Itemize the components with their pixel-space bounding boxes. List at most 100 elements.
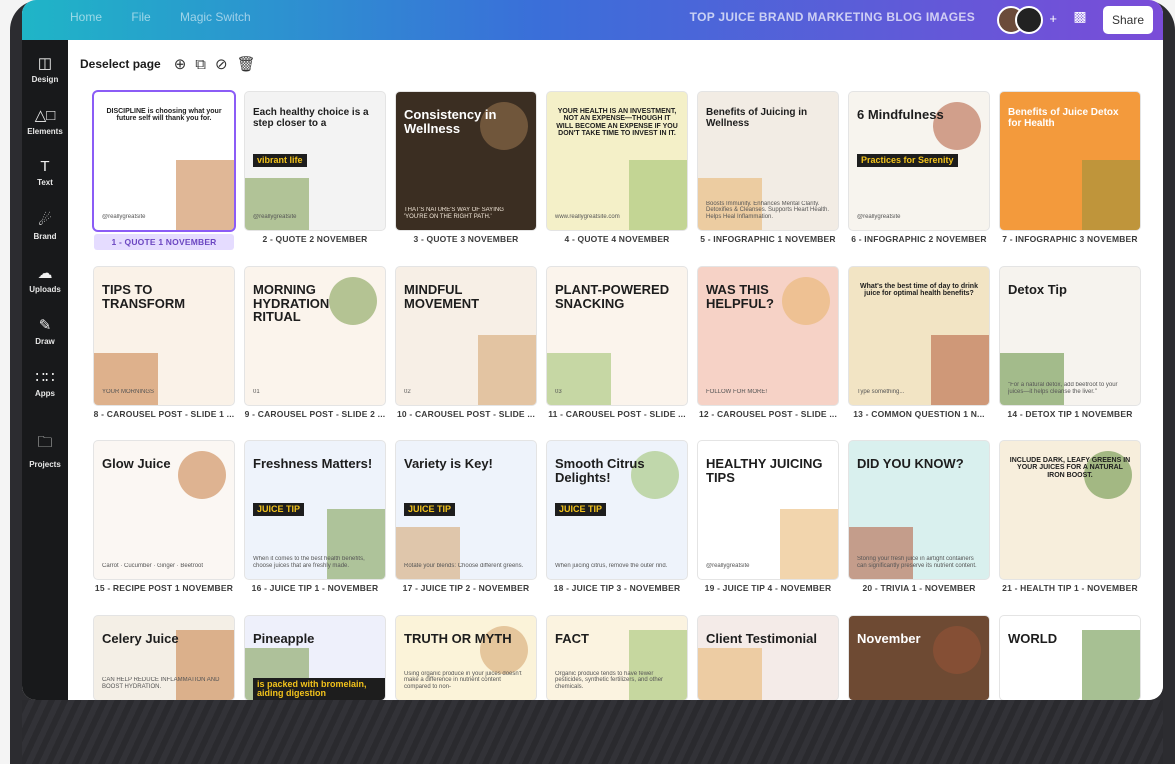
page-label[interactable]: 15 - RECIPE POST 1 NOVEMBER	[89, 583, 239, 593]
thumbnail-caption: @reallygreatsite	[102, 213, 146, 220]
sidebar-item-text[interactable]: T Text	[22, 158, 68, 187]
page-thumbnail[interactable]: Benefits of Juice Detox for Health	[1000, 92, 1140, 230]
page-thumbnail[interactable]: Benefits of Juicing in Wellness Boosts Im…	[698, 92, 838, 230]
page-thumbnail[interactable]: November	[849, 616, 989, 700]
insights-icon[interactable]: ▩	[1069, 8, 1091, 30]
sidebar-item-label: Text	[37, 178, 53, 187]
add-collaborator-icon[interactable]: +	[1049, 11, 1057, 26]
thumbnail-caption: FOLLOW FOR MORE!	[706, 388, 768, 395]
page-label[interactable]: 11 - CAROUSEL POST - SLIDE ...	[542, 409, 692, 419]
sidebar-item-apps[interactable]: ∷∷ Apps	[22, 368, 68, 398]
page-thumbnail[interactable]: PLANT-POWERED SNACKING 03	[547, 267, 687, 405]
page-thumbnail[interactable]: WORLD	[1000, 616, 1140, 700]
page-label[interactable]: 21 - HEALTH TIP 1 - NOVEMBER	[995, 583, 1145, 593]
page-label[interactable]: 4 - QUOTE 4 NOVEMBER	[542, 234, 692, 244]
thumbnail-title: 6 Mindfulness	[857, 107, 944, 122]
page-thumbnail[interactable]: What's the best time of day to drink jui…	[849, 267, 989, 405]
document-title[interactable]: TOP JUICE BRAND MARKETING BLOG IMAGES	[690, 10, 975, 24]
page-label[interactable]: 5 - INFOGRAPHIC 1 NOVEMBER	[693, 234, 843, 244]
page-thumbnail[interactable]: Variety is Key! JUICE TIP Rotate your blen…	[396, 441, 536, 579]
layout-icon: ◫	[37, 55, 53, 72]
page-thumbnail[interactable]: TRUTH OR MYTH Using organic produce in yo…	[396, 616, 536, 700]
page-label[interactable]: 6 - INFOGRAPHIC 2 NOVEMBER	[844, 234, 994, 244]
page-thumbnail[interactable]: TIPS TO TRANSFORM YOUR MORNINGS	[94, 267, 234, 405]
page-label[interactable]: 12 - CAROUSEL POST - SLIDE ...	[693, 409, 843, 419]
thumbnail-caption: Type something...	[857, 388, 905, 395]
page-thumbnail[interactable]: INCLUDE DARK, LEAFY GREENS IN YOUR JUICE…	[1000, 441, 1140, 579]
avatar[interactable]	[1015, 6, 1043, 34]
page-thumbnail[interactable]: DISCIPLINE is choosing what your future …	[94, 92, 234, 230]
thumbnail-caption: When juicing citrus, remove the outer ri…	[555, 562, 668, 569]
thumbnail-title: Benefits of Juice Detox for Health	[1008, 107, 1119, 129]
thumbnail-accent: JUICE TIP	[253, 503, 305, 517]
page-thumbnail[interactable]: YOUR HEALTH IS AN INVESTMENT, NOT AN EXP…	[547, 92, 687, 230]
thumbnail-title: HEALTHY JUICING TIPS	[706, 456, 823, 485]
page-label[interactable]: 16 - JUICE TIP 1 - NOVEMBER	[240, 583, 390, 593]
thumbnail-image	[849, 527, 913, 579]
page-label[interactable]: 14 - DETOX TIP 1 NOVEMBER	[995, 409, 1145, 419]
page-thumbnail[interactable]: FACT Organic produce tends to have fewer …	[547, 616, 687, 700]
sidebar-item-label: Brand	[33, 232, 57, 241]
thumbnail-title: Benefits of Juicing in Wellness	[706, 107, 808, 129]
hide-page-icon[interactable]: ⊘	[215, 55, 228, 73]
sidebar-item-draw[interactable]: ✎ Draw	[22, 316, 68, 346]
sidebar-item-brand[interactable]: ☄ Brand	[22, 211, 68, 241]
page-label[interactable]: 18 - JUICE TIP 3 - NOVEMBER	[542, 583, 692, 593]
top-bar: Home File Magic Switch TOP JUICE BRAND M…	[22, 0, 1163, 40]
page-thumbnail[interactable]: MORNING HYDRATION RITUAL 01	[245, 267, 385, 405]
thumbnail-title: WAS THIS HELPFUL?	[706, 282, 774, 311]
thumbnail-caption: @reallygreatsite	[857, 213, 901, 220]
collaborator-avatars[interactable]	[997, 6, 1045, 34]
page-thumbnail[interactable]: WAS THIS HELPFUL? FOLLOW FOR MORE!	[698, 267, 838, 405]
page-label[interactable]: 19 - JUICE TIP 4 - NOVEMBER	[693, 583, 843, 593]
menu-magic-switch[interactable]: Magic Switch	[180, 10, 251, 24]
device-base	[22, 700, 1163, 764]
page-thumbnail[interactable]: Each healthy choice is a step closer to …	[245, 92, 385, 230]
page-thumbnail[interactable]: Glow Juice Carrot · Cucumber · Ginger · B…	[94, 441, 234, 579]
add-page-icon[interactable]: ⊕	[174, 55, 187, 73]
page-label[interactable]: 7 - INFOGRAPHIC 3 NOVEMBER	[995, 234, 1145, 244]
sidebar-item-uploads[interactable]: ☁ Uploads	[22, 264, 68, 294]
page-thumbnail[interactable]: DID YOU KNOW? Storing your fresh juice in…	[849, 441, 989, 579]
page-thumbnail[interactable]: 6 Mindfulness Practices for Serenity @real…	[849, 92, 989, 230]
page-label[interactable]: 20 - TRIVIA 1 - NOVEMBER	[844, 583, 994, 593]
page-thumbnail[interactable]: HEALTHY JUICING TIPS @reallygreatsite	[698, 441, 838, 579]
page-label[interactable]: 3 - QUOTE 3 NOVEMBER	[391, 234, 541, 244]
page-thumbnail[interactable]: MINDFUL MOVEMENT 02	[396, 267, 536, 405]
thumbnail-title: TIPS TO TRANSFORM	[102, 282, 186, 311]
page-thumbnail[interactable]: Freshness Matters! JUICE TIP When it comes…	[245, 441, 385, 579]
page-label[interactable]: 17 - JUICE TIP 2 - NOVEMBER	[391, 583, 541, 593]
deselect-page-button[interactable]: Deselect page	[80, 57, 161, 71]
page-thumbnail[interactable]: Celery Juice CAN HELP REDUCE INFLAMMATION…	[94, 616, 234, 700]
page-grid-view: Deselect page ⊕ ⧉ ⊘ 🗑 DISCIPLINE is choo…	[68, 40, 1163, 700]
sidebar-item-design[interactable]: ◫ Design	[22, 54, 68, 84]
menu-file[interactable]: File	[131, 10, 150, 24]
page-thumbnail[interactable]: Smooth Citrus Delights! JUICE TIP When jui…	[547, 441, 687, 579]
page-thumbnail[interactable]: Detox Tip "For a natural detox, add beetr…	[1000, 267, 1140, 405]
thumbnail-image	[396, 527, 460, 579]
page-thumbnail[interactable]: Pineapple is packed with bromelain, aidin…	[245, 616, 385, 700]
thumbnail-title: Consistency in Wellness	[404, 107, 497, 136]
thumbnail-title: DID YOU KNOW?	[857, 456, 964, 471]
thumbnail-caption: YOUR MORNINGS	[102, 388, 155, 395]
page-thumbnail[interactable]: Client Testimonial	[698, 616, 838, 700]
menu-home[interactable]: Home	[70, 10, 102, 24]
sidebar-item-label: Apps	[35, 389, 55, 398]
page-label[interactable]: 13 - COMMON QUESTION 1 N...	[844, 409, 994, 419]
page-label[interactable]: 1 - QUOTE 1 NOVEMBER	[94, 234, 234, 250]
sidebar-item-elements[interactable]: △□ Elements	[22, 106, 68, 136]
page-label[interactable]: 10 - CAROUSEL POST - SLIDE ...	[391, 409, 541, 419]
shapes-icon: △□	[34, 107, 56, 124]
page-label[interactable]: 8 - CAROUSEL POST - SLIDE 1 ...	[89, 409, 239, 419]
sidebar-item-projects[interactable]: 🗀 Projects	[22, 432, 68, 469]
thumbnail-caption: 01	[253, 388, 260, 395]
share-button[interactable]: Share	[1103, 6, 1153, 34]
page-label[interactable]: 2 - QUOTE 2 NOVEMBER	[240, 234, 390, 244]
thumbnail-caption: @reallygreatsite	[706, 562, 750, 569]
thumbnail-title: Each healthy choice is a step closer to …	[253, 107, 369, 129]
thumbnail-title: Celery Juice	[102, 631, 179, 646]
delete-page-icon[interactable]: 🗑	[237, 55, 256, 73]
page-label[interactable]: 9 - CAROUSEL POST - SLIDE 2 ...	[240, 409, 390, 419]
page-thumbnail[interactable]: Consistency in Wellness THAT'S NATURE'S W…	[396, 92, 536, 230]
duplicate-page-icon[interactable]: ⧉	[195, 56, 206, 73]
